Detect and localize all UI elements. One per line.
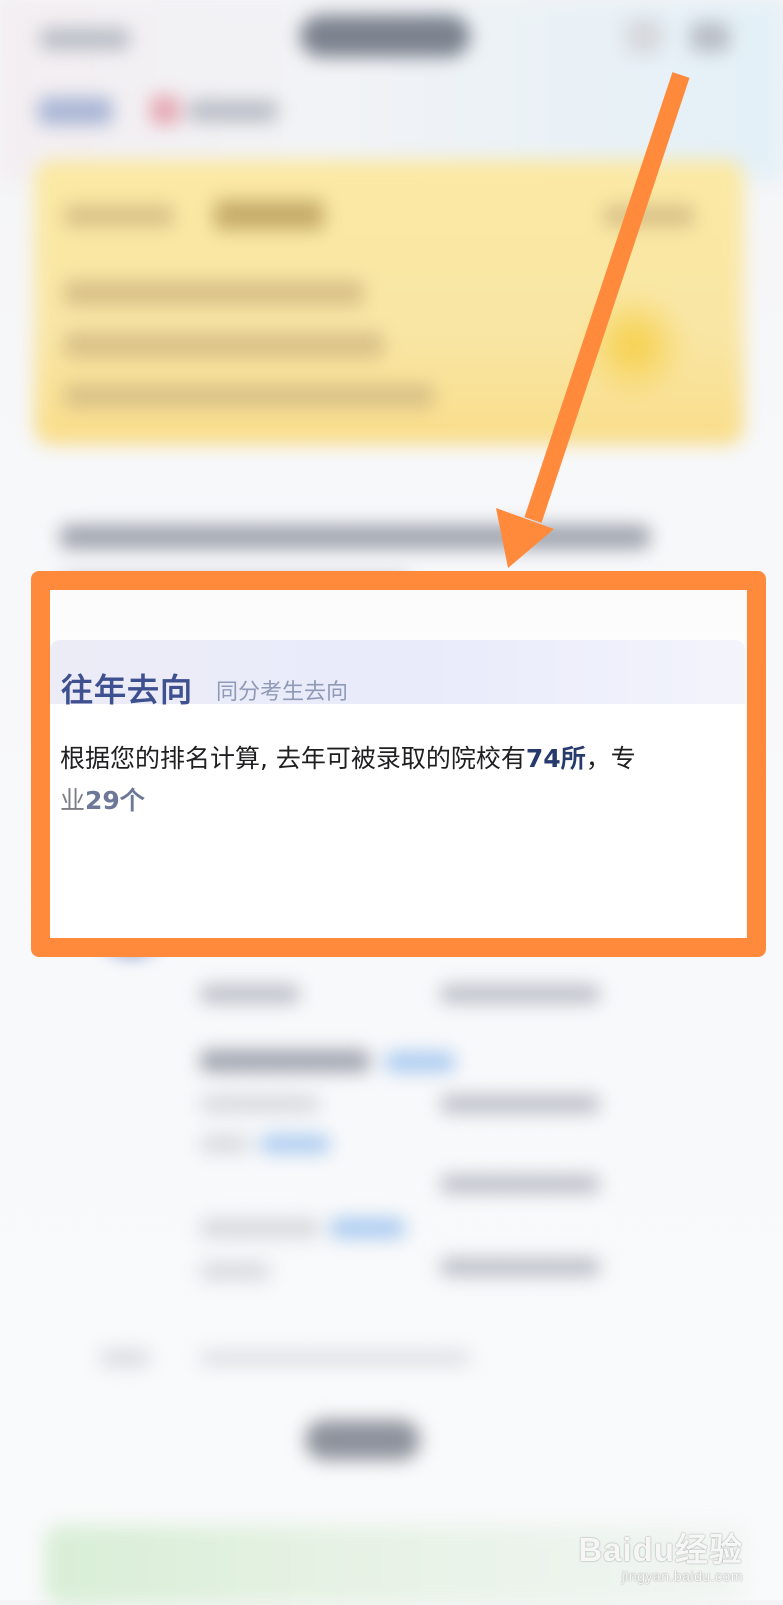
watermark-url: jingyan.baidu.com xyxy=(621,1568,743,1584)
watermark: Baidu经验 jingyan.baidu.com xyxy=(578,1531,743,1585)
watermark-logo: Baidu经验 xyxy=(578,1531,743,1568)
arrow-down-left-icon xyxy=(496,72,690,568)
